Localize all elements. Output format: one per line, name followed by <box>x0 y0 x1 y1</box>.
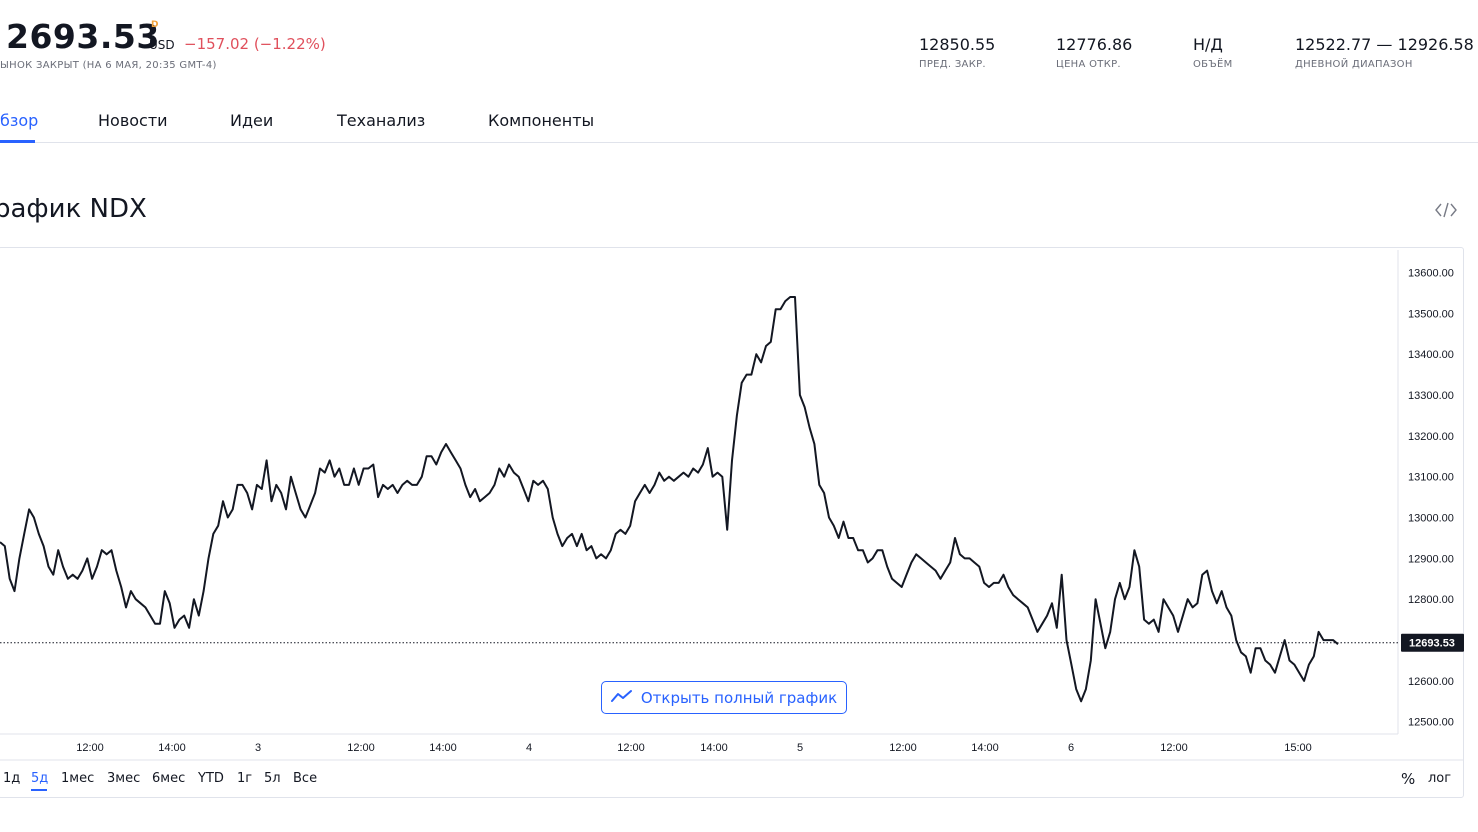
stat-day-range: 12522.77 — 12926.58 ДНЕВНОЙ ДИАПАЗОН <box>1295 35 1474 70</box>
tab-ideas[interactable]: Идеи <box>230 111 273 130</box>
price-delay-badge: D <box>151 20 159 30</box>
stat-label: ПРЕД. ЗАКР. <box>919 59 986 70</box>
x-tick-label: 12:00 <box>889 742 917 754</box>
stat-value: 12522.77 — 12926.58 <box>1295 35 1474 54</box>
price-change: −157.02 (−1.22%) <box>184 35 326 53</box>
x-tick-label: 15:00 <box>1284 742 1312 754</box>
percent-scale-toggle[interactable]: % <box>1401 770 1415 788</box>
x-tick-label: 12:00 <box>347 742 375 754</box>
stat-open-price: 12776.86 ЦЕНА ОТКР. <box>1056 35 1132 70</box>
price-value: 2693.53 <box>6 17 160 56</box>
y-tick-label: 13400.00 <box>1408 349 1454 361</box>
range-button-ytd[interactable]: YTD <box>198 771 224 786</box>
range-button-1d[interactable]: 1д <box>3 771 20 786</box>
market-status: ЫНОК ЗАКРЫТ (НА 6 МАЯ, 20:35 GMT-4) <box>0 60 217 71</box>
stat-value: 12850.55 <box>919 35 996 54</box>
y-tick-label: 13300.00 <box>1408 390 1454 402</box>
x-tick-label: 12:00 <box>1160 742 1188 754</box>
y-axis: 12500.0012600.0012700.0012800.0012900.00… <box>1408 268 1454 729</box>
x-tick-label: 12:00 <box>617 742 645 754</box>
log-scale-toggle[interactable]: лог <box>1428 771 1451 786</box>
x-tick-label: 4 <box>526 742 532 754</box>
x-tick-label: 14:00 <box>429 742 457 754</box>
section-title: рафик NDX <box>0 194 147 224</box>
tab-news[interactable]: Новости <box>98 111 168 130</box>
active-tab-indicator <box>0 140 35 143</box>
y-tick-label: 12800.00 <box>1408 594 1454 606</box>
range-button-all[interactable]: Все <box>293 771 317 786</box>
stat-label: ДНЕВНОЙ ДИАПАЗОН <box>1295 59 1413 70</box>
tab-technicals[interactable]: Теханализ <box>337 111 425 130</box>
y-tick-label: 13100.00 <box>1408 472 1454 484</box>
y-tick-label: 13200.00 <box>1408 431 1454 443</box>
range-button-5d[interactable]: 5д <box>31 771 48 786</box>
stat-label: ОБЪЁМ <box>1193 59 1233 70</box>
range-button-5y[interactable]: 5л <box>264 771 281 786</box>
y-tick-label: 12600.00 <box>1408 676 1454 688</box>
y-tick-label: 12500.00 <box>1408 717 1454 729</box>
y-tick-label: 13000.00 <box>1408 513 1454 525</box>
x-tick-label: 14:00 <box>700 742 728 754</box>
active-range-indicator <box>31 789 47 791</box>
y-tick-label: 13500.00 <box>1408 308 1454 320</box>
x-tick-label: 14:00 <box>971 742 999 754</box>
tab-overview[interactable]: бзор <box>0 111 38 130</box>
price-currency: USD <box>149 38 175 52</box>
x-axis: 12:00 14:00 3 12:00 14:00 4 12:00 14:00 5 12:00 14… <box>76 742 1312 754</box>
y-tick-label: 12900.00 <box>1408 553 1454 565</box>
x-tick-label: 5 <box>797 742 803 754</box>
x-tick-label: 6 <box>1068 742 1074 754</box>
x-tick-label: 12:00 <box>76 742 104 754</box>
last-price-tag: 12693.53 <box>1401 633 1464 652</box>
last-price-label: 12693.53 <box>1409 638 1455 650</box>
x-tick-label: 3 <box>255 742 261 754</box>
open-full-chart-button[interactable]: Открыть полный график <box>601 681 847 714</box>
x-tick-label: 14:00 <box>158 742 186 754</box>
stat-prev-close: 12850.55 ПРЕД. ЗАКР. <box>919 35 995 70</box>
stat-value: 12776.86 <box>1056 35 1133 54</box>
open-full-chart-label: Открыть полный график <box>640 688 838 707</box>
series-line-ndx <box>0 296 1339 703</box>
tab-components[interactable]: Компоненты <box>488 111 594 130</box>
stat-label: ЦЕНА ОТКР. <box>1056 59 1121 70</box>
stat-value: Н/Д <box>1193 35 1223 54</box>
tabs-divider <box>0 142 1478 143</box>
embed-code-icon[interactable] <box>1433 198 1459 222</box>
range-button-1y[interactable]: 1г <box>237 771 252 786</box>
chart-line-icon <box>610 689 633 707</box>
range-button-6m[interactable]: 6мес <box>152 771 185 786</box>
stat-volume: Н/Д ОБЪЁМ <box>1193 35 1233 70</box>
range-button-3m[interactable]: 3мес <box>107 771 140 786</box>
y-tick-label: 13600.00 <box>1408 268 1454 280</box>
range-button-1m[interactable]: 1мес <box>61 771 94 786</box>
